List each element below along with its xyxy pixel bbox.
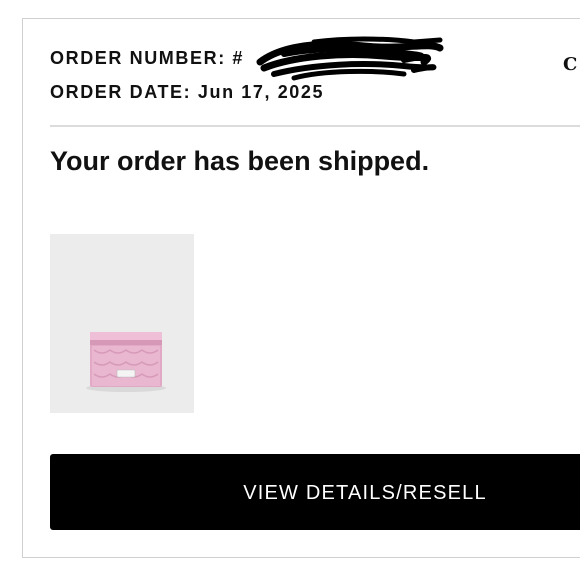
brand-logo: C <box>563 54 578 75</box>
order-number: ORDER NUMBER: # <box>50 48 244 69</box>
product-image[interactable] <box>50 234 194 413</box>
view-details-resell-label: VIEW DETAILS/RESELL <box>243 482 487 504</box>
order-date-label: ORDER DATE: <box>50 82 192 102</box>
order-number-label: ORDER NUMBER: # <box>50 48 245 68</box>
redaction-scribble <box>256 36 444 81</box>
divider <box>50 125 580 127</box>
order-date-value: Jun 17, 2025 <box>197 82 325 102</box>
email-page: ORDER NUMBER: # ORDER DATE: Jun 17, 2025… <box>0 0 580 580</box>
view-details-resell-button[interactable]: VIEW DETAILS/RESELL <box>50 454 580 530</box>
shipment-headline: Your order has been shipped. <box>50 146 430 176</box>
order-date: ORDER DATE: Jun 17, 2025 <box>50 82 324 103</box>
card-case-icon <box>50 234 194 413</box>
